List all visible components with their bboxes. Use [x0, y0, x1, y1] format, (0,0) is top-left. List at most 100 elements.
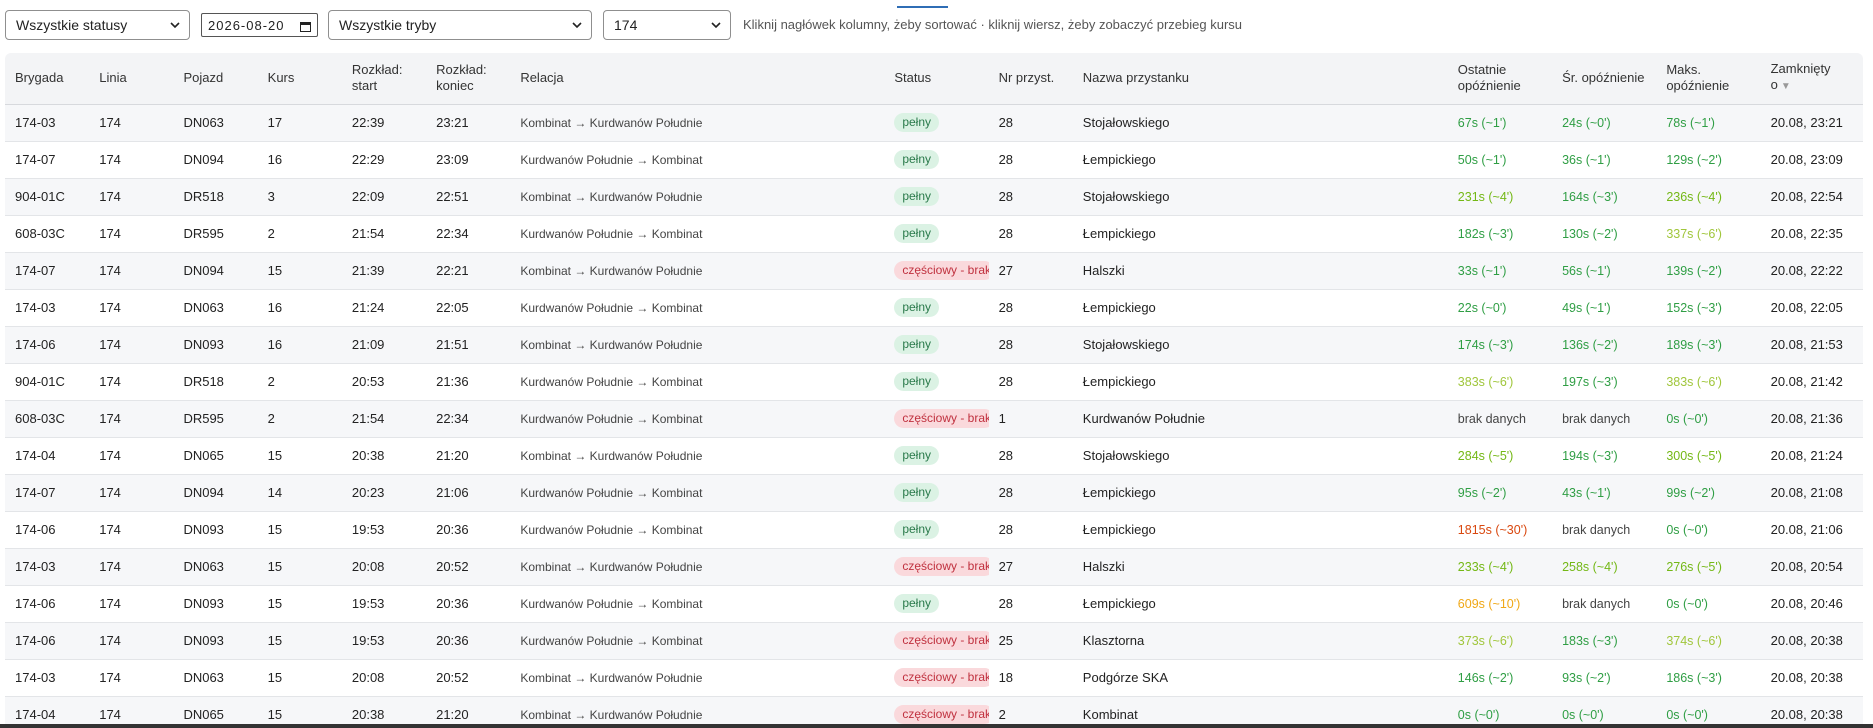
cell-pojazd: DR518	[183, 374, 224, 389]
cell-zamkniety: 20.08, 22:22	[1770, 263, 1843, 278]
header-pojazd-label: Pojazd	[183, 70, 224, 86]
header-relacja[interactable]: Relacja	[510, 53, 885, 105]
status-badge: pełny	[894, 594, 939, 613]
mode-filter-select[interactable]: Wszystkie tryby	[328, 10, 592, 40]
header-kurs[interactable]: Kurs	[257, 53, 342, 105]
header-brygada[interactable]: Brygada	[5, 53, 90, 105]
cell-nazwa-przystanku: Łempickiego	[1082, 374, 1156, 389]
cell-ostatnie-opoznienie: 284s (~5')	[1457, 448, 1514, 463]
cell-status: pełny	[884, 104, 988, 141]
status-badge: pełny	[894, 298, 939, 317]
cell-ostatnie-opoznienie: 383s (~6')	[1457, 374, 1514, 389]
header-pojazd[interactable]: Pojazd	[173, 53, 258, 105]
cell-ostatnie-opoznienie: 182s (~3')	[1457, 226, 1514, 241]
cell-relacja: Kurdwanów Południe → Kombinat	[520, 633, 703, 648]
cell-nazwa-przystanku: Łempickiego	[1082, 226, 1156, 241]
cell-maks-opoznienie: 186s (~3')	[1666, 670, 1722, 685]
cell-maks-opoznienie: 374s (~6')	[1666, 633, 1722, 648]
cell-ostatnie-opoznienie: 50s (~1')	[1457, 152, 1507, 167]
header-zamkniety[interactable]: Zamknięty o ▼	[1760, 53, 1863, 105]
header-sr-opoznienie-label: Śr. opóźnienie	[1562, 70, 1645, 86]
cell-sr-opoznienie: brak danych	[1562, 596, 1631, 611]
cell-rozklad-start: 21:09	[351, 337, 385, 352]
cell-zamkniety: 20.08, 21:36	[1770, 411, 1843, 426]
cell-ostatnie-opoznienie: 174s (~3')	[1457, 337, 1514, 352]
cell-rozklad-koniec: 21:36	[436, 374, 469, 389]
table-row[interactable]: 174-03 174 DN063 16 21:24 22:05 Kurdwanów Połu…	[5, 289, 1863, 326]
cell-nazwa-przystanku: Łempickiego	[1082, 596, 1156, 611]
table-row[interactable]: 174-03 174 DN063 15 20:08 20:52 Kombinat → Kur…	[5, 548, 1863, 585]
cell-linia: 174	[99, 189, 121, 204]
cell-rozklad-start: 21:39	[351, 263, 385, 278]
chevron-down-icon	[572, 22, 582, 29]
cell-nr-przyst: 28	[998, 226, 1014, 241]
cell-kurs: 15	[267, 263, 283, 278]
status-badge: częściowy - brak	[894, 409, 989, 428]
cell-nr-przyst: 1	[998, 411, 1006, 426]
cell-maks-opoznienie: 99s (~2')	[1666, 485, 1715, 500]
cell-ostatnie-opoznienie: 373s (~6')	[1457, 633, 1514, 648]
cell-brygada: 904-01C	[15, 374, 65, 389]
table-row[interactable]: 174-03 174 DN063 17 22:39 23:21 Kombinat → Kur…	[5, 104, 1863, 141]
cell-zamkniety: 20.08, 21:53	[1770, 337, 1843, 352]
trips-table: Brygada Linia Pojazd Kurs Rozkład: start …	[5, 53, 1863, 728]
header-sr-opoznienie[interactable]: Śr. opóźnienie	[1552, 53, 1657, 105]
cell-relacja: Kurdwanów Południe → Kombinat	[520, 596, 703, 611]
header-maks-opoznienie[interactable]: Maks. opóźnienie	[1656, 53, 1761, 105]
header-nr-przyst[interactable]: Nr przyst.	[988, 53, 1073, 105]
cell-maks-opoznienie: 78s (~1')	[1666, 115, 1715, 130]
sort-desc-icon: ▼	[1780, 81, 1791, 93]
header-status[interactable]: Status	[884, 53, 989, 105]
table-row[interactable]: 904-01C 174 DR518 3 22:09 22:51 Kombinat → Kur…	[5, 178, 1863, 215]
line-filter-value: 174	[614, 17, 638, 33]
table-header-row: Brygada Linia Pojazd Kurs Rozkład: start …	[5, 53, 1863, 105]
cell-kurs: 16	[267, 337, 283, 352]
table-row[interactable]: 174-03 174 DN063 15 20:08 20:52 Kombinat → Kur…	[5, 659, 1863, 696]
cell-brygada: 174-06	[15, 596, 56, 611]
table-row[interactable]: 608-03C 174 DR595 2 21:54 22:34 Kurdwanów Połu…	[5, 215, 1863, 252]
cell-linia: 174	[99, 633, 121, 648]
header-nr-przyst-label: Nr przyst.	[998, 70, 1055, 86]
cell-rozklad-koniec: 21:06	[436, 485, 469, 500]
status-filter-select[interactable]: Wszystkie statusy	[5, 10, 190, 40]
header-linia[interactable]: Linia	[89, 53, 174, 105]
cell-status: pełny	[884, 511, 988, 548]
header-rozklad-start[interactable]: Rozkład: start	[341, 53, 427, 105]
cell-nr-przyst: 28	[998, 300, 1014, 315]
table-row[interactable]: 174-04 174 DN065 15 20:38 21:20 Kombinat → Kur…	[5, 437, 1863, 474]
table-row[interactable]: 174-06 174 DN093 15 19:53 20:36 Kurdwanów Połu…	[5, 511, 1863, 548]
table-row[interactable]: 174-07 174 DN094 15 21:39 22:21 Kombinat → Kur…	[5, 252, 1863, 289]
cell-nr-przyst: 18	[998, 670, 1014, 685]
cell-relacja: Kombinat → Kurdwanów Południe	[520, 559, 703, 574]
header-rozklad-koniec-line2: koniec	[436, 78, 474, 94]
cell-rozklad-start: 21:54	[351, 411, 385, 426]
header-ostatnie-opoznienie[interactable]: Ostatnie opóźnienie	[1447, 53, 1553, 105]
cell-rozklad-koniec: 20:36	[436, 522, 469, 537]
table-row[interactable]: 174-07 174 DN094 14 20:23 21:06 Kurdwanów Połu…	[5, 474, 1863, 511]
active-tab-indicator	[897, 6, 948, 8]
header-rozklad-koniec[interactable]: Rozkład: koniec	[426, 53, 511, 105]
line-filter-select[interactable]: 174	[603, 10, 731, 40]
cell-ostatnie-opoznienie: 33s (~1')	[1457, 263, 1507, 278]
table-row[interactable]: 174-06 174 DN093 15 19:53 20:36 Kurdwanów Połu…	[5, 585, 1863, 622]
cell-relacja: Kombinat → Kurdwanów Południe	[520, 115, 703, 130]
header-nazwa-przystanku[interactable]: Nazwa przystanku	[1072, 53, 1448, 105]
cell-nazwa-przystanku: Łempickiego	[1082, 152, 1156, 167]
cell-sr-opoznienie: 183s (~3')	[1562, 633, 1618, 648]
cell-maks-opoznienie: 0s (~0')	[1666, 522, 1708, 537]
table-row[interactable]: 608-03C 174 DR595 2 21:54 22:34 Kurdwanów Połu…	[5, 400, 1863, 437]
table-row[interactable]: 174-06 174 DN093 16 21:09 21:51 Kombinat → Kur…	[5, 326, 1863, 363]
table-row[interactable]: 904-01C 174 DR518 2 20:53 21:36 Kurdwanów Połu…	[5, 363, 1863, 400]
table-row[interactable]: 174-07 174 DN094 16 22:29 23:09 Kurdwanów Połu…	[5, 141, 1863, 178]
table-row[interactable]: 174-06 174 DN093 15 19:53 20:36 Kurdwanów Połu…	[5, 622, 1863, 659]
cell-brygada: 904-01C	[15, 189, 65, 204]
cell-kurs: 2	[267, 411, 275, 426]
cell-kurs: 16	[267, 300, 283, 315]
date-input[interactable]: 2026-08-20	[201, 13, 318, 37]
cell-kurs: 15	[267, 596, 283, 611]
cell-zamkniety: 20.08, 21:06	[1770, 522, 1843, 537]
cell-status: pełny	[884, 141, 988, 178]
cell-sr-opoznienie: 136s (~2')	[1562, 337, 1618, 352]
cell-sr-opoznienie: 56s (~1')	[1562, 263, 1611, 278]
cell-sr-opoznienie: brak danych	[1562, 411, 1631, 426]
